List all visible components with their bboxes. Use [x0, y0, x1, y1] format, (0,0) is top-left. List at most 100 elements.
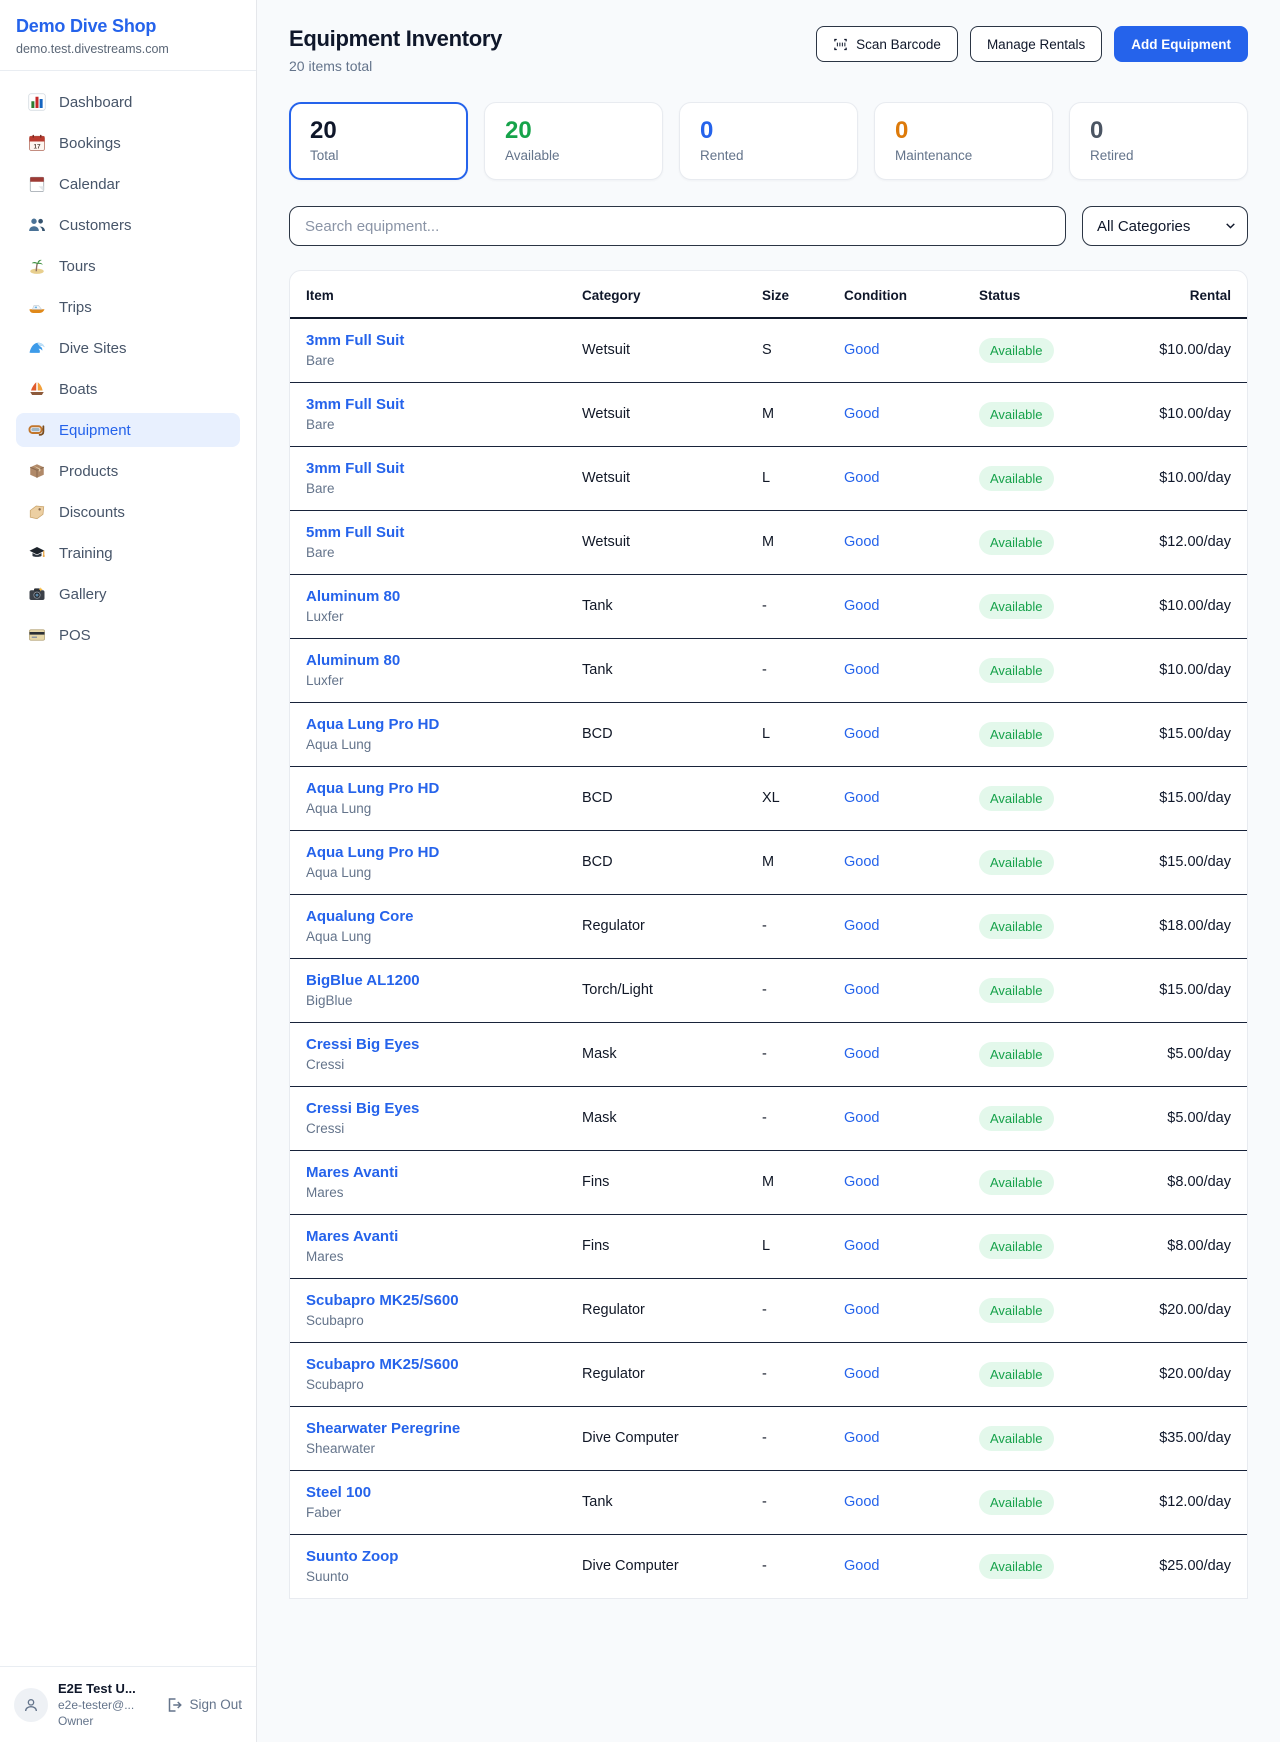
- stat-card-total[interactable]: 20Total: [289, 102, 468, 180]
- sidebar-item-label: Dashboard: [59, 94, 132, 111]
- item-name-link[interactable]: 3mm Full Suit: [306, 332, 582, 349]
- item-brand: Bare: [306, 481, 582, 496]
- item-name-link[interactable]: Aqualung Core: [306, 908, 582, 925]
- item-condition-link[interactable]: Good: [844, 1302, 879, 1318]
- item-size: L: [762, 1215, 844, 1279]
- item-brand: Scubapro: [306, 1377, 582, 1392]
- item-brand: Faber: [306, 1505, 582, 1520]
- item-condition-link[interactable]: Good: [844, 1558, 879, 1574]
- item-name-link[interactable]: Mares Avanti: [306, 1228, 582, 1245]
- item-size: M: [762, 831, 844, 895]
- item-category: BCD: [582, 767, 762, 831]
- item-name-link[interactable]: Scubapro MK25/S600: [306, 1356, 582, 1373]
- svg-text:17: 17: [33, 143, 41, 150]
- sidebar-item-tours[interactable]: Tours: [16, 249, 240, 283]
- status-badge: Available: [979, 338, 1054, 363]
- sidebar-item-products[interactable]: Products: [16, 454, 240, 488]
- stat-label: Retired: [1090, 148, 1227, 163]
- item-condition-link[interactable]: Good: [844, 1238, 879, 1254]
- page-header: Equipment Inventory 20 items total Scan …: [289, 26, 1248, 74]
- sidebar-item-pos[interactable]: POS: [16, 618, 240, 652]
- sidebar-item-boats[interactable]: Boats: [16, 372, 240, 406]
- sidebar-item-training[interactable]: Training: [16, 536, 240, 570]
- sidebar-item-label: POS: [59, 627, 91, 644]
- item-name-link[interactable]: 5mm Full Suit: [306, 524, 582, 541]
- category-select[interactable]: All Categories: [1082, 206, 1248, 246]
- item-condition-link[interactable]: Good: [844, 342, 879, 358]
- item-name-link[interactable]: Aqua Lung Pro HD: [306, 716, 582, 733]
- item-condition-link[interactable]: Good: [844, 1174, 879, 1190]
- manage-rentals-button[interactable]: Manage Rentals: [970, 26, 1102, 62]
- item-name-link[interactable]: 3mm Full Suit: [306, 460, 582, 477]
- sidebar-item-customers[interactable]: Customers: [16, 208, 240, 242]
- item-name-link[interactable]: Aqua Lung Pro HD: [306, 844, 582, 861]
- item-name-link[interactable]: Shearwater Peregrine: [306, 1420, 582, 1437]
- item-condition-link[interactable]: Good: [844, 534, 879, 550]
- item-condition-link[interactable]: Good: [844, 726, 879, 742]
- sidebar-item-discounts[interactable]: Discounts: [16, 495, 240, 529]
- sidebar-item-dive-sites[interactable]: Dive Sites: [16, 331, 240, 365]
- sidebar-item-label: Customers: [59, 217, 132, 234]
- item-condition-link[interactable]: Good: [844, 918, 879, 934]
- item-category: Regulator: [582, 1343, 762, 1407]
- stat-card-rented[interactable]: 0Rented: [679, 102, 858, 180]
- item-condition-link[interactable]: Good: [844, 790, 879, 806]
- item-name-link[interactable]: Scubapro MK25/S600: [306, 1292, 582, 1309]
- stat-card-retired[interactable]: 0Retired: [1069, 102, 1248, 180]
- column-header-item: Item: [290, 271, 582, 318]
- sidebar-item-bookings[interactable]: 17Bookings: [16, 126, 240, 160]
- item-name-link[interactable]: Cressi Big Eyes: [306, 1100, 582, 1117]
- item-name-link[interactable]: Suunto Zoop: [306, 1548, 582, 1565]
- item-name-link[interactable]: Steel 100: [306, 1484, 582, 1501]
- table-row: 3mm Full SuitBareWetsuitLGoodAvailable$1…: [290, 447, 1247, 511]
- item-rental-rate: $25.00/day: [1134, 1535, 1247, 1599]
- scan-barcode-button[interactable]: Scan Barcode: [816, 26, 958, 62]
- item-condition-link[interactable]: Good: [844, 1494, 879, 1510]
- item-name-link[interactable]: Cressi Big Eyes: [306, 1036, 582, 1053]
- item-condition-link[interactable]: Good: [844, 854, 879, 870]
- item-name-link[interactable]: Aqua Lung Pro HD: [306, 780, 582, 797]
- sidebar-item-dashboard[interactable]: Dashboard: [16, 85, 240, 119]
- item-size: M: [762, 383, 844, 447]
- item-condition-link[interactable]: Good: [844, 470, 879, 486]
- table-header-row: ItemCategorySizeConditionStatusRental: [290, 271, 1247, 318]
- stat-card-maintenance[interactable]: 0Maintenance: [874, 102, 1053, 180]
- item-name-link[interactable]: Mares Avanti: [306, 1164, 582, 1181]
- item-condition-link[interactable]: Good: [844, 982, 879, 998]
- manage-rentals-label: Manage Rentals: [987, 37, 1085, 52]
- status-badge: Available: [979, 530, 1054, 555]
- item-name-link[interactable]: Aluminum 80: [306, 652, 582, 669]
- item-condition-link[interactable]: Good: [844, 406, 879, 422]
- sidebar-item-equipment[interactable]: Equipment: [16, 413, 240, 447]
- item-brand: Scubapro: [306, 1313, 582, 1328]
- add-equipment-button[interactable]: Add Equipment: [1114, 26, 1248, 62]
- item-category: Tank: [582, 639, 762, 703]
- item-name-link[interactable]: BigBlue AL1200: [306, 972, 582, 989]
- status-badge: Available: [979, 786, 1054, 811]
- item-condition-link[interactable]: Good: [844, 1430, 879, 1446]
- stat-card-available[interactable]: 20Available: [484, 102, 663, 180]
- item-condition-link[interactable]: Good: [844, 662, 879, 678]
- item-condition-link[interactable]: Good: [844, 598, 879, 614]
- stat-value: 20: [310, 117, 447, 145]
- item-condition-link[interactable]: Good: [844, 1366, 879, 1382]
- item-category: Regulator: [582, 1279, 762, 1343]
- item-category: BCD: [582, 831, 762, 895]
- item-name-link[interactable]: 3mm Full Suit: [306, 396, 582, 413]
- barcode-icon: [833, 37, 848, 52]
- column-header-status: Status: [979, 271, 1134, 318]
- person-icon: [23, 1697, 39, 1713]
- sign-out-button[interactable]: Sign Out: [165, 1696, 242, 1714]
- gallery-icon: [28, 585, 46, 603]
- item-size: -: [762, 575, 844, 639]
- item-rental-rate: $35.00/day: [1134, 1407, 1247, 1471]
- item-condition-link[interactable]: Good: [844, 1046, 879, 1062]
- sidebar-item-gallery[interactable]: Gallery: [16, 577, 240, 611]
- item-rental-rate: $10.00/day: [1134, 383, 1247, 447]
- item-size: -: [762, 1023, 844, 1087]
- search-input[interactable]: [289, 206, 1066, 246]
- sidebar-item-calendar[interactable]: Calendar: [16, 167, 240, 201]
- item-condition-link[interactable]: Good: [844, 1110, 879, 1126]
- item-name-link[interactable]: Aluminum 80: [306, 588, 582, 605]
- sidebar-item-trips[interactable]: Trips: [16, 290, 240, 324]
